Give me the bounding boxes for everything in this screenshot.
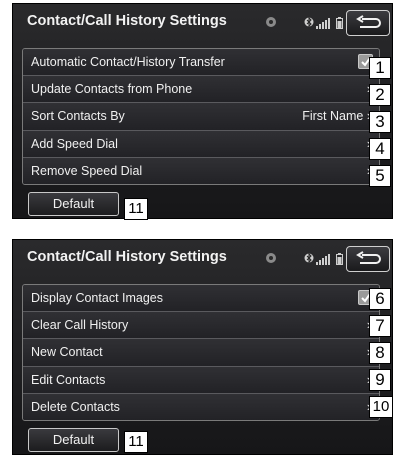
row-value: First Name › <box>302 109 371 123</box>
list-item-edit-contacts[interactable]: Edit Contacts › <box>23 366 379 394</box>
list-item-sort-contacts[interactable]: Sort Contacts By First Name › <box>23 103 379 131</box>
row-label: Automatic Contact/History Transfer <box>31 55 225 69</box>
callout-3: 3 <box>369 111 391 133</box>
list-item-remove-speed-dial[interactable]: Remove Speed Dial › <box>23 157 379 184</box>
row-label: Edit Contacts <box>31 372 106 387</box>
back-button[interactable] <box>346 246 390 272</box>
row-label: New Contact <box>31 345 103 360</box>
list-item-display-contact-images[interactable]: Display Contact Images <box>23 285 379 313</box>
callout-5: 5 <box>369 165 391 187</box>
back-arrow-icon <box>356 15 381 28</box>
battery-icon <box>336 17 343 29</box>
battery-icon <box>336 253 343 265</box>
row-label: Update Contacts from Phone <box>31 82 193 97</box>
back-arrow-icon <box>356 251 381 264</box>
callout-8: 8 <box>369 342 391 364</box>
signal-bars-icon <box>316 18 330 29</box>
callout-9: 9 <box>369 369 391 391</box>
page-title: Contact/Call History Settings <box>27 249 227 265</box>
list-item-clear-call-history[interactable]: Clear Call History › <box>23 312 379 340</box>
title-bar: Contact/Call History Settings <box>13 4 392 40</box>
status-icons <box>304 15 344 29</box>
callout-1: 1 <box>369 57 391 79</box>
callout-2: 2 <box>369 84 391 106</box>
gear-icon <box>266 17 276 27</box>
sort-value: First Name <box>302 109 364 124</box>
list-item-add-speed-dial[interactable]: Add Speed Dial › <box>23 130 379 158</box>
list-item-delete-contacts[interactable]: Delete Contacts › <box>23 393 379 420</box>
page-title: Contact/Call History Settings <box>27 13 227 29</box>
row-label: Delete Contacts <box>31 399 120 414</box>
callout-11: 11 <box>124 198 148 220</box>
list-item-automatic-transfer[interactable]: Automatic Contact/History Transfer <box>23 49 379 77</box>
row-label: Sort Contacts By <box>31 109 125 124</box>
callout-4: 4 <box>369 138 391 160</box>
settings-screen-2: Contact/Call History Settings Display Co… <box>12 239 393 455</box>
callout-6: 6 <box>369 288 391 310</box>
bluetooth-icon <box>304 16 314 28</box>
callout-7: 7 <box>369 315 391 337</box>
callout-11: 11 <box>124 431 148 453</box>
status-icons <box>304 251 344 265</box>
row-label: Display Contact Images <box>31 291 164 305</box>
default-button[interactable]: Default <box>28 192 119 216</box>
back-button[interactable] <box>346 10 390 36</box>
callout-10: 10 <box>369 396 393 418</box>
row-label: Clear Call History <box>31 318 129 333</box>
list-item-new-contact[interactable]: New Contact › <box>23 339 379 367</box>
list-item-update-contacts[interactable]: Update Contacts from Phone › <box>23 76 379 104</box>
settings-screen-1: Contact/Call History Settings Automatic … <box>12 3 393 219</box>
bluetooth-icon <box>304 252 314 264</box>
default-button[interactable]: Default <box>28 428 119 452</box>
signal-bars-icon <box>316 254 330 265</box>
row-label: Remove Speed Dial <box>31 163 143 178</box>
settings-list: Automatic Contact/History Transfer Updat… <box>22 48 380 185</box>
title-bar: Contact/Call History Settings <box>13 240 392 276</box>
settings-list: Display Contact Images Clear Call Histor… <box>22 284 380 421</box>
row-label: Add Speed Dial <box>31 136 118 151</box>
gear-icon <box>266 253 276 263</box>
